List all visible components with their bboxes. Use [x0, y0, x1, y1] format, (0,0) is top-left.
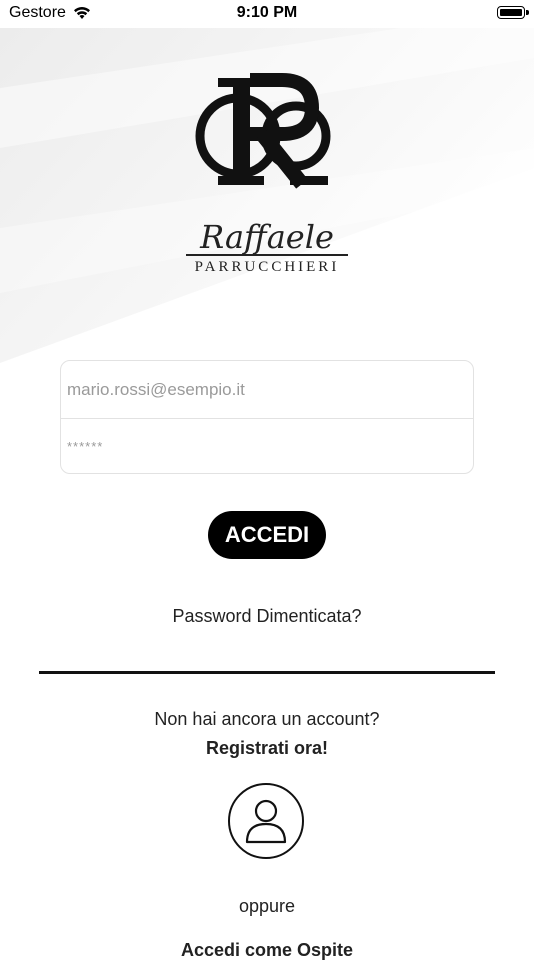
guest-access-link[interactable]: Accedi come Ospite	[0, 940, 534, 961]
no-account-text: Non hai ancora un account?	[154, 709, 380, 729]
register-link[interactable]: Registrati ora!	[0, 738, 534, 759]
login-form	[60, 360, 474, 475]
clock: 9:10 PM	[236, 4, 298, 21]
guest-login-button[interactable]	[228, 783, 304, 859]
email-field[interactable]	[67, 362, 467, 418]
user-icon	[245, 799, 287, 844]
password-field[interactable]	[67, 419, 467, 475]
logo-subtitle: PARRUCCHIERI	[194, 259, 340, 275]
login-button[interactable]: ACCEDI	[208, 511, 326, 559]
hero-banner: Raffaele PARRUCCHIERI	[0, 28, 534, 368]
logo-divider	[186, 254, 348, 256]
section-divider	[39, 671, 495, 674]
forgot-password-link[interactable]: Password Dimenticata?	[0, 606, 534, 627]
or-label: oppure	[238, 896, 296, 916]
battery-icon	[497, 6, 529, 19]
status-bar: Gestore 9:10 PM	[0, 0, 534, 28]
logo-script: Raffaele	[200, 218, 334, 256]
logo-monogram	[195, 73, 331, 189]
